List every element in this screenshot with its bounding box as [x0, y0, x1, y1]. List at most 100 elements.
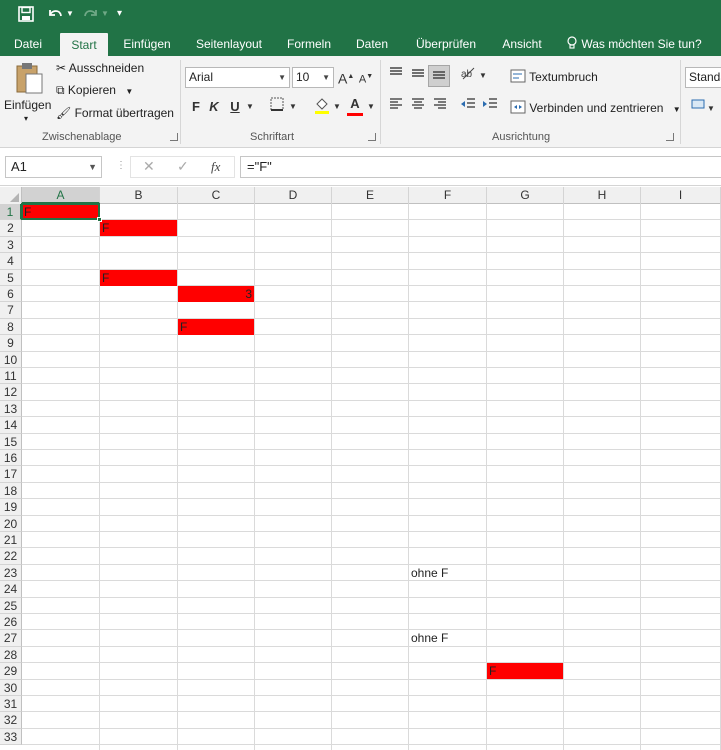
- undo-dropdown-icon[interactable]: ▼: [66, 4, 74, 24]
- align-right-icon[interactable]: [430, 97, 450, 117]
- row-header-30[interactable]: 30: [0, 679, 22, 696]
- formula-input[interactable]: ="F": [240, 156, 721, 178]
- column-header-f[interactable]: F: [409, 187, 487, 204]
- row-header-23[interactable]: 23: [0, 564, 22, 582]
- row-header-6[interactable]: 6: [0, 286, 22, 303]
- customize-qat-icon[interactable]: ▾: [117, 4, 122, 24]
- increase-indent-icon[interactable]: [480, 97, 500, 117]
- font-size-select[interactable]: 10 ▼: [292, 67, 334, 88]
- row-header-5[interactable]: 5: [0, 269, 22, 286]
- row-header-16[interactable]: 16: [0, 450, 22, 467]
- insert-function-icon[interactable]: fx: [211, 159, 220, 175]
- redo-icon[interactable]: [82, 4, 100, 24]
- row-header-2[interactable]: 2: [0, 220, 22, 237]
- column-header-b[interactable]: B: [100, 187, 178, 204]
- cell-g29[interactable]: F: [487, 663, 563, 680]
- orientation-icon[interactable]: ab: [458, 66, 478, 86]
- row-header-24[interactable]: 24: [0, 581, 22, 598]
- enter-icon[interactable]: ✓: [177, 158, 189, 175]
- row-header-9[interactable]: 9: [0, 335, 22, 352]
- column-header-c[interactable]: C: [178, 187, 255, 204]
- tab-einfuegen[interactable]: Einfügen: [118, 30, 176, 56]
- align-middle-icon[interactable]: [408, 66, 428, 86]
- number-format-select[interactable]: Standa: [685, 67, 721, 88]
- row-header-1[interactable]: 1: [0, 204, 22, 221]
- orientation-dropdown-icon[interactable]: ▼: [478, 66, 488, 86]
- row-header-18[interactable]: 18: [0, 482, 22, 500]
- cell-c6[interactable]: 3: [178, 286, 254, 302]
- tab-ueberpruefen[interactable]: Überprüfen: [408, 30, 484, 56]
- align-left-icon[interactable]: [386, 97, 406, 117]
- column-header-i[interactable]: I: [641, 187, 721, 204]
- cell-c8[interactable]: F: [178, 318, 254, 335]
- borders-dropdown-icon[interactable]: ▼: [288, 97, 298, 117]
- name-box[interactable]: A1 ▼: [5, 156, 102, 178]
- row-header-7[interactable]: 7: [0, 302, 22, 319]
- column-header-e[interactable]: E: [332, 187, 409, 204]
- column-header-h[interactable]: H: [564, 187, 641, 204]
- align-center-icon[interactable]: [408, 97, 428, 117]
- format-painter-button[interactable]: 🖌 Format übertragen: [56, 106, 174, 120]
- clipboard-launcher-icon[interactable]: [170, 133, 178, 141]
- cut-button[interactable]: ✂ Ausschneiden: [56, 61, 144, 75]
- row-header-33[interactable]: 33: [0, 728, 22, 746]
- fill-color-button[interactable]: [312, 96, 332, 116]
- row-header-13[interactable]: 13: [0, 400, 22, 418]
- row-header-28[interactable]: 28: [0, 646, 22, 664]
- redo-dropdown-icon[interactable]: ▼: [101, 4, 109, 24]
- tab-seitenlayout[interactable]: Seitenlayout: [188, 30, 270, 56]
- row-header-8[interactable]: 8: [0, 318, 22, 336]
- fill-handle[interactable]: [97, 217, 102, 223]
- row-header-29[interactable]: 29: [0, 663, 22, 680]
- font-color-button[interactable]: A: [346, 94, 364, 116]
- align-bottom-icon[interactable]: [428, 65, 450, 87]
- decrease-indent-icon[interactable]: [458, 97, 478, 117]
- font-launcher-icon[interactable]: [368, 133, 376, 141]
- alignment-launcher-icon[interactable]: [666, 133, 674, 141]
- italic-button[interactable]: K: [207, 97, 221, 117]
- row-header-20[interactable]: 20: [0, 515, 22, 532]
- column-header-d[interactable]: D: [255, 187, 332, 204]
- cancel-icon[interactable]: ✕: [143, 158, 155, 175]
- font-name-select[interactable]: Arial ▼: [185, 67, 290, 88]
- wrap-text-button[interactable]: Textumbruch: [510, 69, 598, 84]
- copy-button[interactable]: ⧉ Kopieren ▼: [56, 83, 133, 98]
- align-top-icon[interactable]: [386, 66, 406, 86]
- tab-formeln[interactable]: Formeln: [282, 30, 336, 56]
- grow-font-button[interactable]: A▲: [338, 67, 354, 87]
- row-header-3[interactable]: 3: [0, 236, 22, 254]
- tab-start[interactable]: Start: [60, 33, 108, 56]
- row-header-31[interactable]: 31: [0, 696, 22, 713]
- tell-me-search[interactable]: Was möchten Sie tun?: [566, 30, 702, 56]
- row-header-4[interactable]: 4: [0, 253, 22, 270]
- row-header-12[interactable]: 12: [0, 384, 22, 401]
- row-header-32[interactable]: 32: [0, 712, 22, 729]
- font-color-dropdown-icon[interactable]: ▼: [366, 97, 376, 117]
- underline-dropdown-icon[interactable]: ▼: [244, 97, 256, 117]
- row-header-25[interactable]: 25: [0, 597, 22, 614]
- underline-button[interactable]: U: [228, 97, 242, 117]
- paste-button[interactable]: Einfügen ▾: [4, 60, 51, 126]
- row-header-27[interactable]: 27: [0, 630, 22, 647]
- fill-color-dropdown-icon[interactable]: ▼: [332, 97, 342, 117]
- row-header-22[interactable]: 22: [0, 548, 22, 565]
- merge-center-button[interactable]: Verbinden und zentrieren ▼: [510, 100, 681, 115]
- row-header-21[interactable]: 21: [0, 532, 22, 549]
- tab-datei[interactable]: Datei: [6, 30, 50, 56]
- column-header-g[interactable]: G: [487, 187, 564, 204]
- cell-f23[interactable]: ohne F: [409, 565, 486, 581]
- row-header-17[interactable]: 17: [0, 466, 22, 483]
- shrink-font-button[interactable]: A▼: [358, 67, 374, 87]
- row-header-26[interactable]: 26: [0, 614, 22, 631]
- bold-button[interactable]: F: [189, 97, 203, 117]
- currency-format-icon[interactable]: ▼: [688, 97, 718, 117]
- column-header-a[interactable]: A: [22, 187, 100, 204]
- select-all-button[interactable]: [0, 187, 22, 204]
- row-header-11[interactable]: 11: [0, 368, 22, 385]
- tab-daten[interactable]: Daten: [348, 30, 396, 56]
- cell-f27[interactable]: ohne F: [409, 630, 486, 646]
- undo-icon[interactable]: [46, 4, 64, 24]
- row-header-14[interactable]: 14: [0, 417, 22, 434]
- cell-b5[interactable]: F: [100, 269, 177, 286]
- row-header-15[interactable]: 15: [0, 433, 22, 450]
